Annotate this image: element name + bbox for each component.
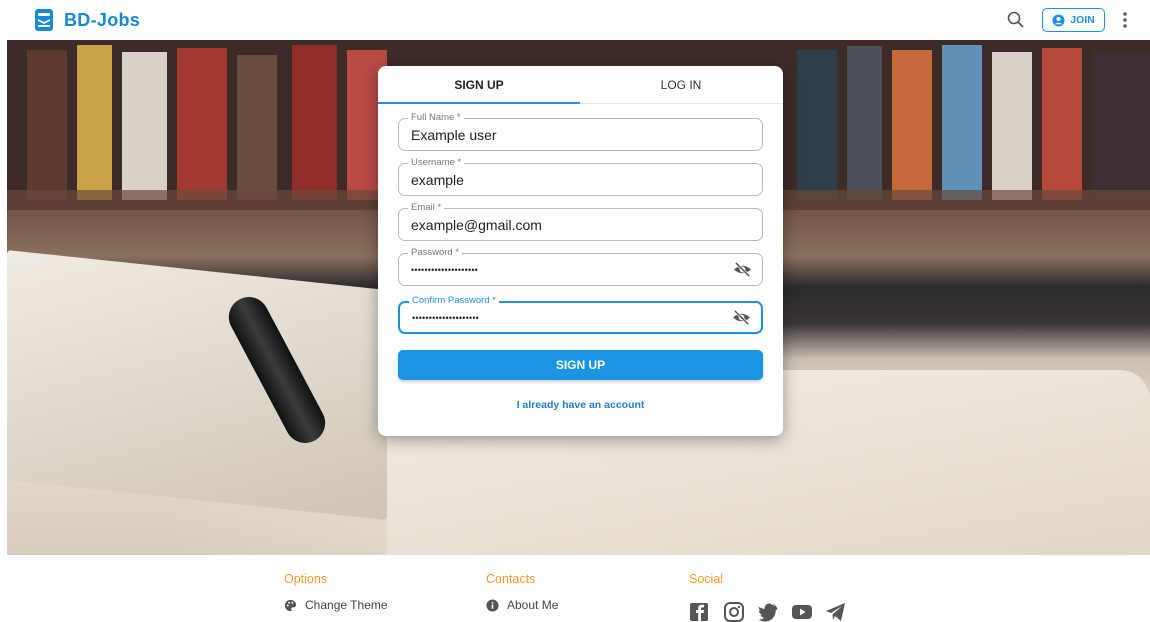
footer-social-title: Social [689, 572, 724, 586]
more-vert-icon[interactable] [1118, 10, 1132, 30]
telegram-icon[interactable] [825, 602, 847, 622]
full-name-label: Full Name * [408, 112, 464, 123]
instagram-icon[interactable] [723, 602, 745, 622]
twitter-icon[interactable] [757, 602, 779, 622]
brand-name[interactable]: BD-Jobs [64, 10, 140, 31]
password-field[interactable]: Password * •••••••••••••••••••• [398, 247, 763, 286]
visibility-off-icon[interactable] [733, 261, 752, 278]
confirm-password-value: •••••••••••••••••••• [412, 313, 480, 323]
tab-sign-up[interactable]: SIGN UP [378, 66, 580, 104]
full-name-value: Example user [411, 127, 497, 143]
email-label: Email * [408, 202, 445, 213]
info-icon [486, 598, 499, 612]
auth-tabs: SIGN UP LOG IN [378, 66, 783, 104]
have-account-link[interactable]: I already have an account [378, 399, 783, 411]
youtube-icon[interactable] [791, 602, 813, 622]
email-value: example@gmail.com [411, 217, 542, 233]
change-theme-link[interactable]: Change Theme [284, 598, 388, 612]
signup-card: SIGN UP LOG IN Full Name * Example user … [378, 66, 783, 436]
visibility-off-icon[interactable] [732, 309, 751, 326]
footer-options-title: Options [284, 572, 328, 586]
footer-social-column: Social [689, 572, 845, 622]
social-icons-row [689, 602, 847, 622]
username-value: example [411, 172, 464, 188]
footer-options-column: Options Change Theme [284, 572, 388, 612]
join-button[interactable]: JOIN [1042, 8, 1105, 32]
palette-icon [284, 599, 297, 611]
footer-contacts-column: Contacts About Me [486, 572, 558, 612]
app-logo-icon[interactable] [35, 9, 53, 31]
username-label: Username * [408, 157, 465, 168]
confirm-password-label: Confirm Password * [409, 295, 499, 306]
change-theme-label: Change Theme [305, 598, 388, 612]
facebook-icon[interactable] [689, 602, 711, 622]
tab-log-in[interactable]: LOG IN [580, 66, 782, 104]
about-me-label: About Me [507, 598, 559, 612]
join-label: JOIN [1070, 14, 1095, 26]
email-field[interactable]: Email * example@gmail.com [398, 202, 763, 241]
account-circle-icon [1052, 13, 1065, 27]
active-tab-indicator [378, 102, 580, 104]
password-value: •••••••••••••••••••• [411, 265, 479, 275]
top-app-bar: BD-Jobs JOIN [0, 0, 1150, 40]
sign-up-button[interactable]: SIGN UP [398, 350, 763, 380]
full-name-field[interactable]: Full Name * Example user [398, 112, 763, 151]
about-me-link[interactable]: About Me [486, 598, 558, 612]
open-book-left-page [7, 250, 387, 520]
confirm-password-field[interactable]: Confirm Password * •••••••••••••••••••• [398, 295, 763, 334]
username-field[interactable]: Username * example [398, 157, 763, 196]
password-label: Password * [408, 247, 463, 258]
footer-contacts-title: Contacts [486, 572, 536, 586]
search-icon[interactable] [1006, 10, 1026, 30]
